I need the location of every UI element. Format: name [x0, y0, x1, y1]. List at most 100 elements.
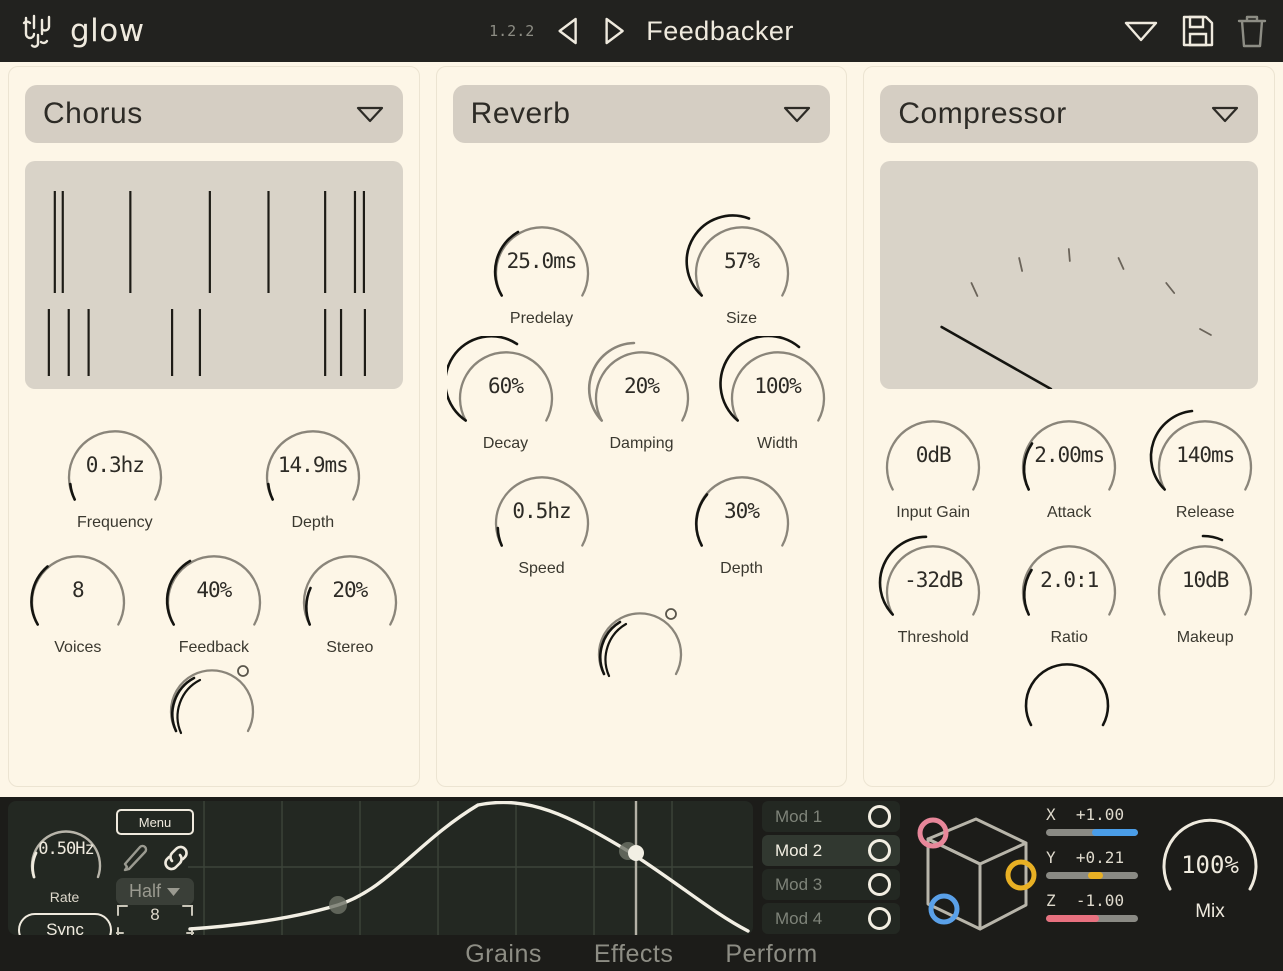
app-header: glow 1.2.2 Feedbacker: [0, 0, 1283, 62]
mod-slot-1[interactable]: Mod 1: [762, 801, 900, 832]
knob-attack[interactable]: 2.00ms Attack: [1010, 405, 1128, 522]
chorus-grain-display[interactable]: [25, 161, 403, 389]
glow-logo-mark-icon: [18, 11, 60, 51]
tab-grains[interactable]: Grains: [465, 940, 542, 969]
reverb-mod-knob[interactable]: [587, 602, 697, 682]
mod-slot-3[interactable]: Mod 3: [762, 869, 900, 900]
lfo-menu-button[interactable]: Menu: [116, 809, 194, 835]
z-axis-slider[interactable]: [1046, 915, 1138, 922]
x-axis-slider[interactable]: [1046, 829, 1138, 836]
frequency-value: 0.3hz: [56, 452, 174, 476]
knob-reverb-depth[interactable]: 30% Depth: [683, 461, 801, 578]
reverb-knob-row-1: 25.0ms Predelay 57% Size: [437, 211, 847, 328]
lfo-curve-editor[interactable]: [188, 801, 753, 935]
lfo-division-dropdown[interactable]: Half: [116, 878, 194, 905]
delete-trash-icon[interactable]: [1235, 12, 1269, 50]
chevron-down-icon[interactable]: [355, 105, 385, 123]
reverb-depth-label: Depth: [720, 560, 763, 578]
tab-perform[interactable]: Perform: [725, 940, 817, 969]
damping-label: Damping: [609, 435, 673, 453]
pencil-edit-icon[interactable]: [120, 843, 150, 873]
prev-preset-button[interactable]: [554, 16, 580, 46]
damping-value: 20%: [583, 373, 701, 397]
attack-value: 2.00ms: [1010, 442, 1128, 466]
plugin-window: glow 1.2.2 Feedbacker: [0, 0, 1283, 971]
xyz-row-x: X +1.00: [1046, 803, 1138, 846]
y-axis-slider[interactable]: [1046, 872, 1138, 879]
save-floppy-icon[interactable]: [1179, 12, 1217, 50]
mod-slot-1-ring-icon[interactable]: [868, 805, 891, 828]
mod-slot-4[interactable]: Mod 4: [762, 903, 900, 934]
compressor-effect-selector[interactable]: Compressor: [880, 85, 1258, 143]
xyz-value-sliders: X +1.00 Y +0.21 Z -1.00: [1046, 803, 1138, 933]
mix-knob[interactable]: 100% Mix: [1150, 805, 1270, 935]
compressor-gain-reduction-meter[interactable]: [880, 161, 1258, 389]
sync-button[interactable]: Sync: [18, 913, 112, 935]
chorus-knob-row-2: 8 Voices 40% Feedback: [9, 540, 419, 657]
knob-stereo[interactable]: 20% Stereo: [291, 540, 409, 657]
mod-slot-3-label: Mod 3: [775, 875, 822, 895]
chorus-mod-knob[interactable]: [159, 659, 269, 739]
version-label: 1.2.2: [489, 22, 534, 40]
xyz-row-y: Y +0.21: [1046, 846, 1138, 889]
compressor-mod-knob[interactable]: [1014, 653, 1124, 733]
knob-ratio[interactable]: 2.0:1 Ratio: [1010, 530, 1128, 647]
knob-feedback[interactable]: 40% Feedback: [155, 540, 273, 657]
decay-value: 60%: [447, 373, 565, 397]
knob-predelay[interactable]: 25.0ms Predelay: [483, 211, 601, 328]
brand-logo[interactable]: glow: [18, 11, 145, 51]
next-preset-button[interactable]: [600, 16, 626, 46]
mix-label: Mix: [1150, 901, 1270, 923]
lfo-grid-frame[interactable]: 8 2: [116, 903, 194, 935]
chevron-down-icon[interactable]: [1210, 105, 1240, 123]
reverb-knob-row-3: 0.5hz Speed 30% Depth: [437, 461, 847, 578]
depth-label: Depth: [291, 514, 334, 532]
y-axis-label: Y: [1046, 848, 1056, 867]
knob-size[interactable]: 57% Size: [683, 211, 801, 328]
size-value: 57%: [683, 248, 801, 272]
preset-browser-caret-icon[interactable]: [1121, 18, 1161, 44]
chorus-mod-knob-wrap: [9, 659, 419, 739]
size-label: Size: [726, 310, 757, 328]
chorus-effect-selector[interactable]: Chorus: [25, 85, 403, 143]
ratio-label: Ratio: [1050, 629, 1087, 647]
knob-frequency[interactable]: 0.3hz Frequency: [56, 415, 174, 532]
chevron-down-icon[interactable]: [782, 105, 812, 123]
knob-depth[interactable]: 14.9ms Depth: [254, 415, 372, 532]
knob-speed[interactable]: 0.5hz Speed: [483, 461, 601, 578]
z-axis-slider-fill: [1046, 915, 1099, 922]
z-axis-value: -1.00: [1062, 889, 1138, 911]
knob-damping[interactable]: 20% Damping: [583, 336, 701, 453]
knob-makeup[interactable]: 10dB Makeup: [1146, 530, 1264, 647]
knob-release[interactable]: 140ms Release: [1146, 405, 1264, 522]
voices-value: 8: [19, 577, 137, 601]
mod-slot-2-label: Mod 2: [775, 841, 822, 861]
mod-slot-3-ring-icon[interactable]: [868, 873, 891, 896]
bottom-tabs: Grains Effects Perform: [0, 937, 1283, 971]
tab-effects[interactable]: Effects: [594, 940, 673, 969]
xyz-pad-cube[interactable]: [908, 801, 1043, 935]
preset-name[interactable]: Feedbacker: [646, 16, 794, 47]
lfo-editor-zone: 0.50Hz Rate Sync Menu Half: [8, 801, 753, 935]
knob-width[interactable]: 100% Width: [719, 336, 837, 453]
lfo-rate-value: 0.50Hz: [20, 839, 112, 859]
knob-threshold[interactable]: -32dB Threshold: [874, 530, 992, 647]
reverb-effect-selector[interactable]: Reverb: [453, 85, 831, 143]
threshold-label: Threshold: [898, 629, 969, 647]
x-axis-slider-fill: [1092, 829, 1138, 836]
mod-slot-2-ring-icon[interactable]: [868, 839, 891, 862]
knob-voices[interactable]: 8 Voices: [19, 540, 137, 657]
ratio-value: 2.0:1: [1010, 567, 1128, 591]
lfo-control-point: [329, 896, 347, 914]
knob-decay[interactable]: 60% Decay: [447, 336, 565, 453]
feedback-value: 40%: [155, 577, 273, 601]
lfo-rate-knob[interactable]: 0.50Hz: [20, 813, 112, 890]
mod-slot-4-ring-icon[interactable]: [868, 907, 891, 930]
reverb-mod-knob-wrap: [437, 602, 847, 682]
y-axis-slider-fill: [1088, 872, 1103, 879]
knob-input-gain[interactable]: 0dB Input Gain: [874, 405, 992, 522]
reverb-knob-row-2: 60% Decay 20% Damping: [437, 336, 847, 453]
mod-slot-1-label: Mod 1: [775, 807, 822, 827]
mod-slot-2[interactable]: Mod 2: [762, 835, 900, 866]
mod-slot-list: Mod 1 Mod 2 Mod 3 Mod 4: [762, 801, 900, 935]
